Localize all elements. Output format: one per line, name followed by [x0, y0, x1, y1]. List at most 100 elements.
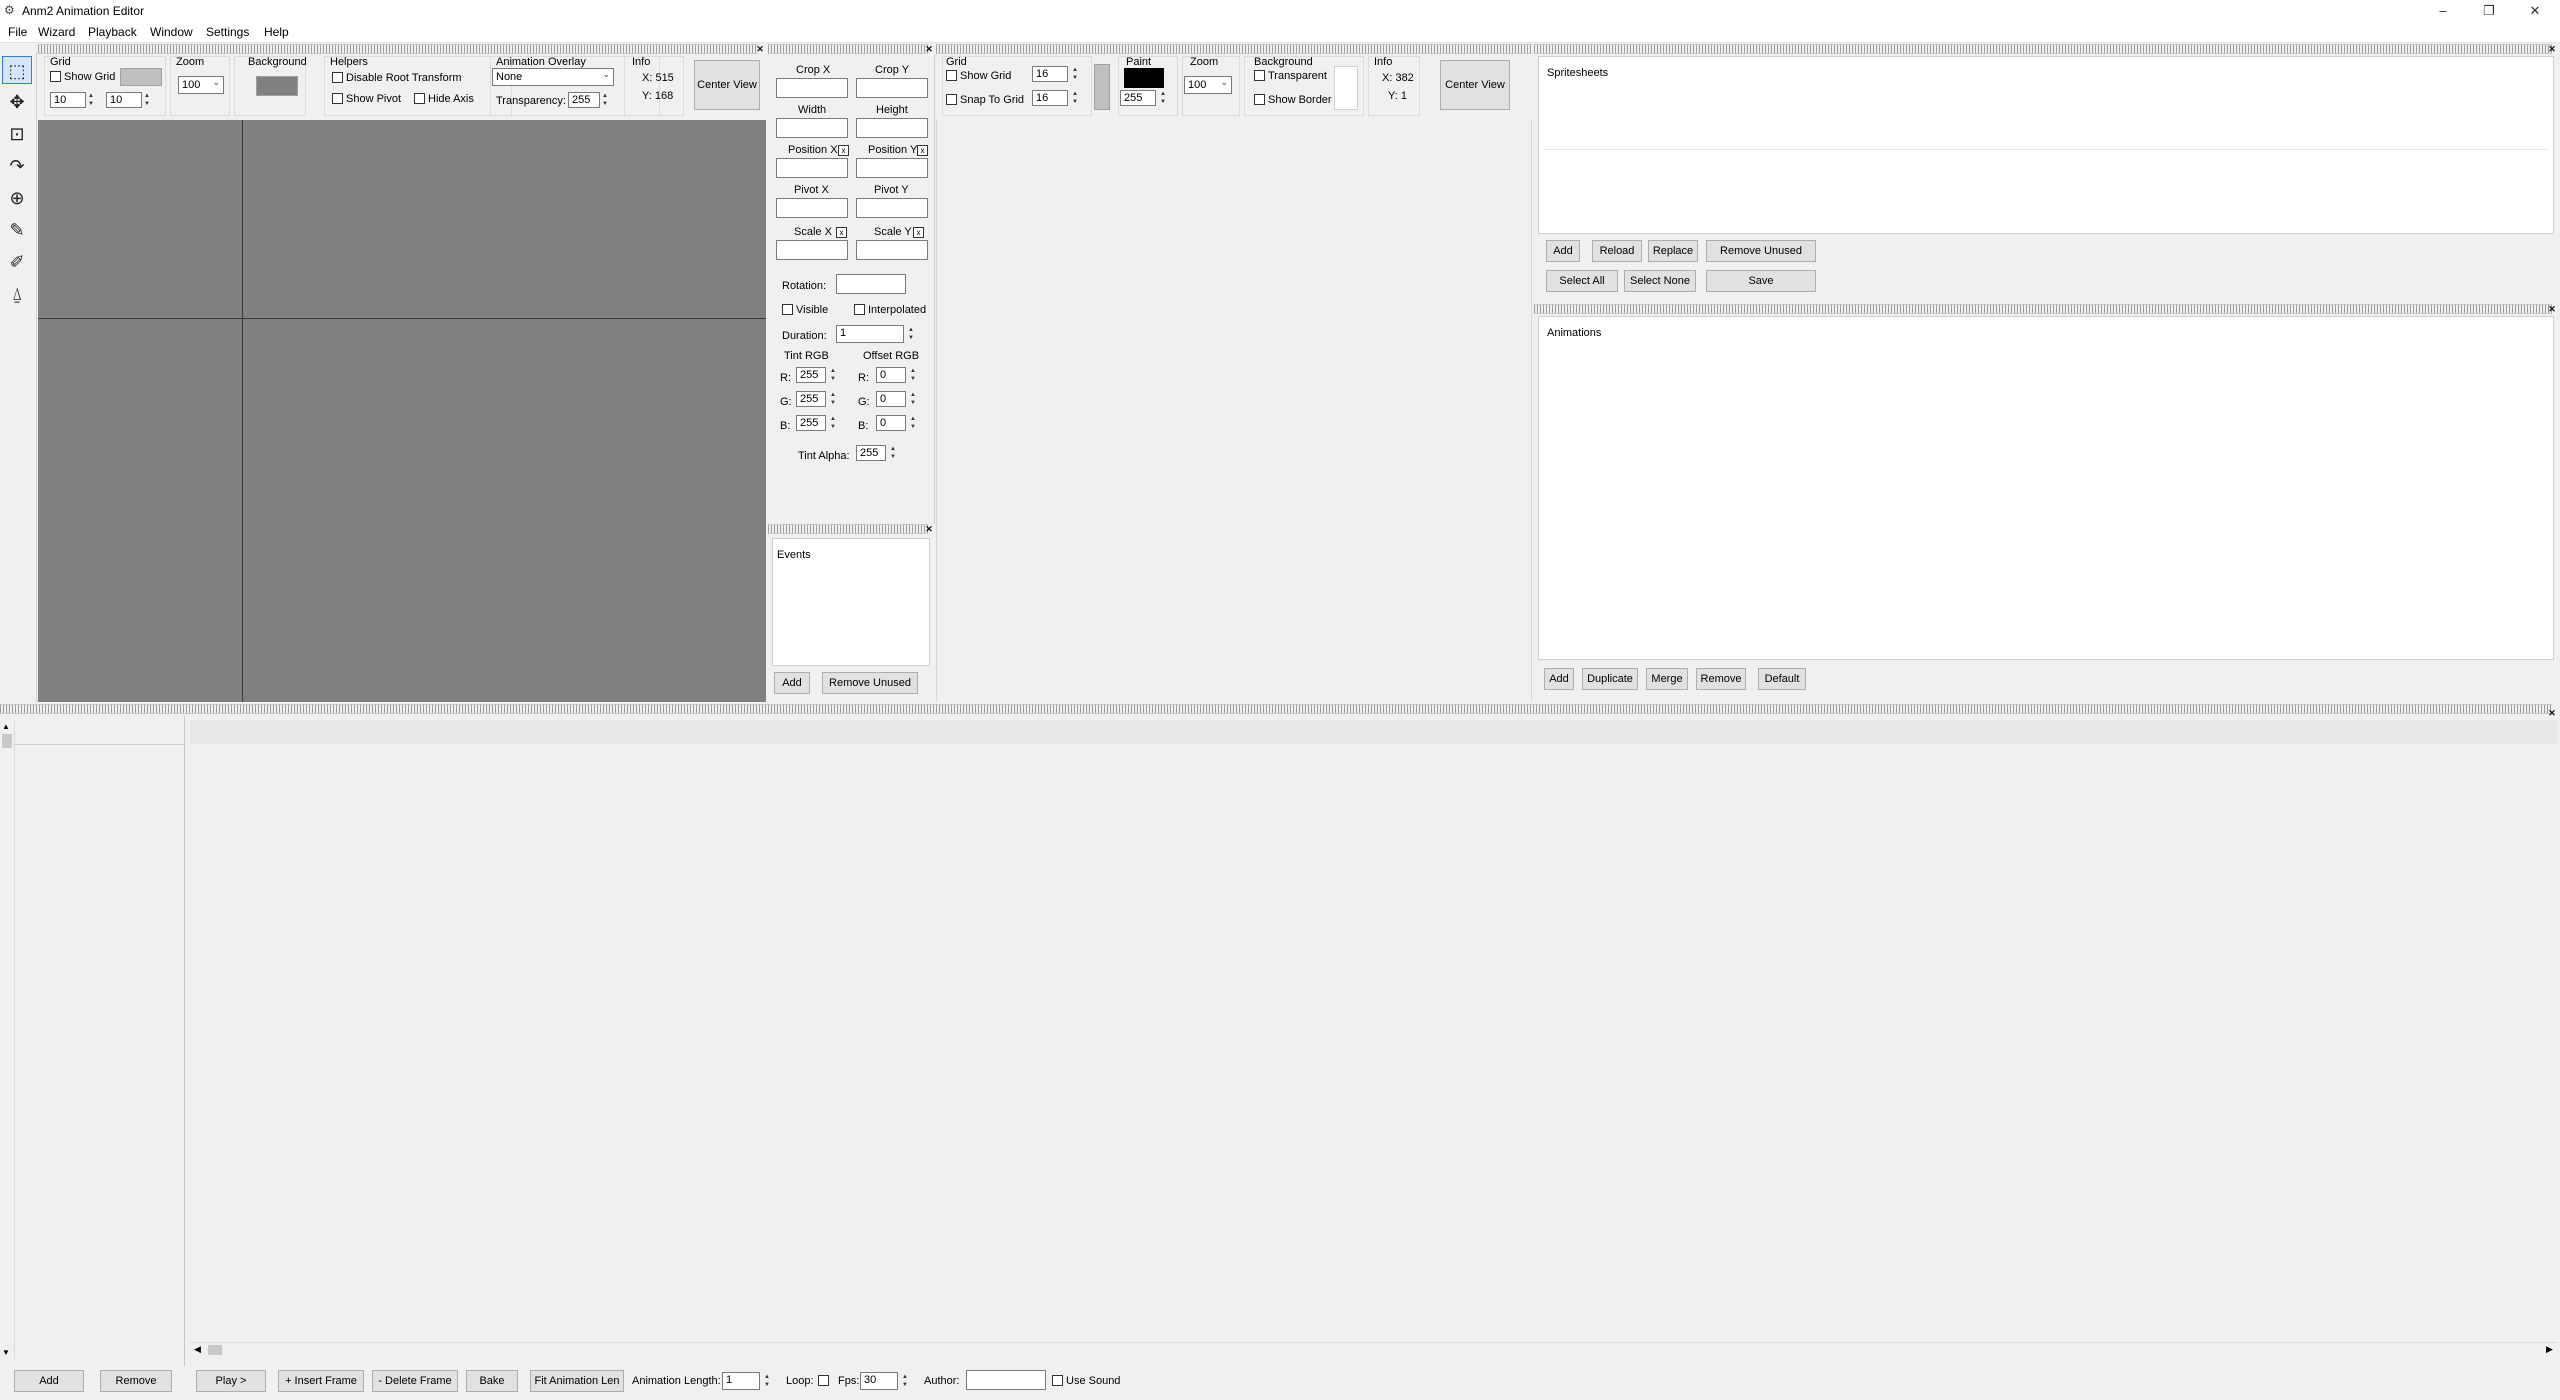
- author-field[interactable]: [966, 1370, 1046, 1390]
- use-sound-checkbox[interactable]: [1052, 1375, 1063, 1386]
- zoom-combo[interactable]: 100 ⌄: [178, 76, 224, 94]
- rotation-field[interactable]: [836, 274, 906, 294]
- menu-window[interactable]: Window: [150, 25, 193, 39]
- frames-grid[interactable]: [190, 744, 2558, 1342]
- show-border-checkbox[interactable]: [1254, 94, 1265, 105]
- background-color-swatch[interactable]: [256, 76, 298, 96]
- menu-playback[interactable]: Playback: [88, 25, 137, 39]
- paint-alpha-spinner[interactable]: ▲ ▼: [1158, 90, 1168, 106]
- layers-scrollbar[interactable]: ▲ ▼: [0, 720, 15, 1360]
- tint-r-spinner[interactable]: ▲ ▼: [828, 367, 838, 383]
- scale-x-link[interactable]: x: [836, 227, 847, 238]
- fps-field[interactable]: 30: [860, 1372, 898, 1390]
- animation-length-field[interactable]: 1: [722, 1372, 760, 1390]
- animation-remove-button[interactable]: Remove: [1696, 668, 1746, 690]
- menu-help[interactable]: Help: [264, 25, 289, 39]
- hscroll-thumb[interactable]: [208, 1345, 222, 1355]
- tint-alpha-spinner[interactable]: ▲ ▼: [888, 445, 898, 461]
- eyedropper-tool-icon[interactable]: ⍙: [2, 280, 32, 308]
- loop-checkbox[interactable]: [818, 1375, 829, 1386]
- minimize-button[interactable]: –: [2420, 0, 2466, 22]
- animation-default-button[interactable]: Default: [1758, 668, 1806, 690]
- spritesheet-editor-grip[interactable]: [936, 44, 1532, 54]
- tint-alpha-field[interactable]: 255: [856, 445, 886, 461]
- menu-file[interactable]: File: [8, 25, 27, 39]
- disable-root-checkbox[interactable]: [332, 72, 343, 83]
- ss-background-color-swatch[interactable]: [1334, 66, 1358, 110]
- overlay-combo[interactable]: None ⌄: [492, 68, 614, 86]
- move-tool-icon[interactable]: ✥: [2, 88, 32, 116]
- spritesheets-grip[interactable]: [1534, 44, 2552, 54]
- animation-duplicate-button[interactable]: Duplicate: [1582, 668, 1638, 690]
- animations-grip[interactable]: [1534, 304, 2552, 314]
- menu-wizard[interactable]: Wizard: [38, 25, 75, 39]
- transparency-field[interactable]: 255: [568, 92, 600, 108]
- crop-y-field[interactable]: [856, 78, 928, 98]
- ss-grid-color-swatch[interactable]: [1094, 64, 1110, 110]
- crop-x-field[interactable]: [776, 78, 848, 98]
- select-all-button[interactable]: Select All: [1546, 270, 1618, 292]
- select-tool-icon[interactable]: ⬚: [2, 56, 32, 84]
- interpolated-checkbox[interactable]: [854, 304, 865, 315]
- show-pivot-checkbox[interactable]: [332, 93, 343, 104]
- animation-canvas[interactable]: [38, 120, 766, 702]
- events-list[interactable]: Events: [772, 538, 930, 666]
- spritesheet-replace-button[interactable]: Replace: [1648, 240, 1698, 262]
- crop-tool-icon[interactable]: ⊡: [2, 120, 32, 148]
- spritesheets-list[interactable]: Spritesheets: [1538, 56, 2554, 234]
- pencil-tool-icon[interactable]: ✎: [2, 216, 32, 244]
- scroll-down-icon[interactable]: ▼: [2, 1348, 10, 1357]
- ss-grid-w-spinner[interactable]: ▲ ▼: [1070, 66, 1080, 82]
- frame-properties-grip[interactable]: [768, 44, 928, 54]
- delete-frame-button[interactable]: - Delete Frame: [372, 1370, 458, 1392]
- animation-view-grip[interactable]: [38, 44, 758, 54]
- spritesheet-reload-button[interactable]: Reload: [1592, 240, 1642, 262]
- tint-g-field[interactable]: 255: [796, 391, 826, 407]
- scale-y-field[interactable]: [856, 240, 928, 260]
- eraser-tool-icon[interactable]: ✐: [2, 248, 32, 276]
- duration-spinner[interactable]: ▲ ▼: [906, 326, 916, 342]
- grid-color-swatch[interactable]: [120, 68, 162, 86]
- close-icon[interactable]: ✕: [2548, 45, 2556, 54]
- grid-y-field[interactable]: 10: [106, 92, 142, 108]
- close-icon[interactable]: ✕: [2548, 305, 2556, 314]
- position-y-link[interactable]: x: [917, 145, 928, 156]
- center-view-button[interactable]: Center View: [694, 60, 760, 110]
- animation-add-button[interactable]: Add: [1544, 668, 1574, 690]
- ss-show-grid-checkbox[interactable]: [946, 70, 957, 81]
- restore-button[interactable]: ❐: [2466, 0, 2512, 22]
- hide-axis-checkbox[interactable]: [414, 93, 425, 104]
- animations-list[interactable]: Animations: [1538, 316, 2554, 660]
- fps-spinner[interactable]: ▲ ▼: [900, 1373, 910, 1389]
- spritesheet-remove-unused-button[interactable]: Remove Unused: [1706, 240, 1816, 262]
- close-icon[interactable]: ✕: [925, 45, 933, 54]
- close-window-button[interactable]: ✕: [2512, 0, 2558, 22]
- tint-b-spinner[interactable]: ▲ ▼: [828, 415, 838, 431]
- play-button[interactable]: Play >: [196, 1370, 266, 1392]
- offset-g-field[interactable]: 0: [876, 391, 906, 407]
- scale-y-link[interactable]: x: [913, 227, 924, 238]
- timeline-grip[interactable]: [0, 704, 2552, 714]
- scale-x-field[interactable]: [776, 240, 848, 260]
- remove-unused-events-button[interactable]: Remove Unused: [822, 672, 918, 694]
- position-y-field[interactable]: [856, 158, 928, 178]
- show-grid-checkbox[interactable]: [50, 71, 61, 82]
- spritesheet-canvas[interactable]: [936, 120, 1532, 702]
- grid-x-spinner[interactable]: ▲ ▼: [86, 92, 96, 108]
- width-field[interactable]: [776, 118, 848, 138]
- animation-merge-button[interactable]: Merge: [1646, 668, 1688, 690]
- offset-g-spinner[interactable]: ▲ ▼: [908, 391, 918, 407]
- animation-length-spinner[interactable]: ▲ ▼: [762, 1373, 772, 1389]
- tint-g-spinner[interactable]: ▲ ▼: [828, 391, 838, 407]
- layer-remove-button[interactable]: Remove: [100, 1370, 172, 1392]
- menu-settings[interactable]: Settings: [206, 25, 249, 39]
- offset-r-field[interactable]: 0: [876, 367, 906, 383]
- close-icon[interactable]: ✕: [756, 45, 764, 54]
- grid-x-field[interactable]: 10: [50, 92, 86, 108]
- spritesheet-add-button[interactable]: Add: [1546, 240, 1580, 262]
- scroll-thumb[interactable]: [2, 734, 12, 748]
- grid-y-spinner[interactable]: ▲ ▼: [142, 92, 152, 108]
- position-x-link[interactable]: x: [838, 145, 849, 156]
- frames-hscrollbar[interactable]: ◀ ▶: [190, 1342, 2558, 1357]
- scroll-left-icon[interactable]: ◀: [194, 1344, 201, 1355]
